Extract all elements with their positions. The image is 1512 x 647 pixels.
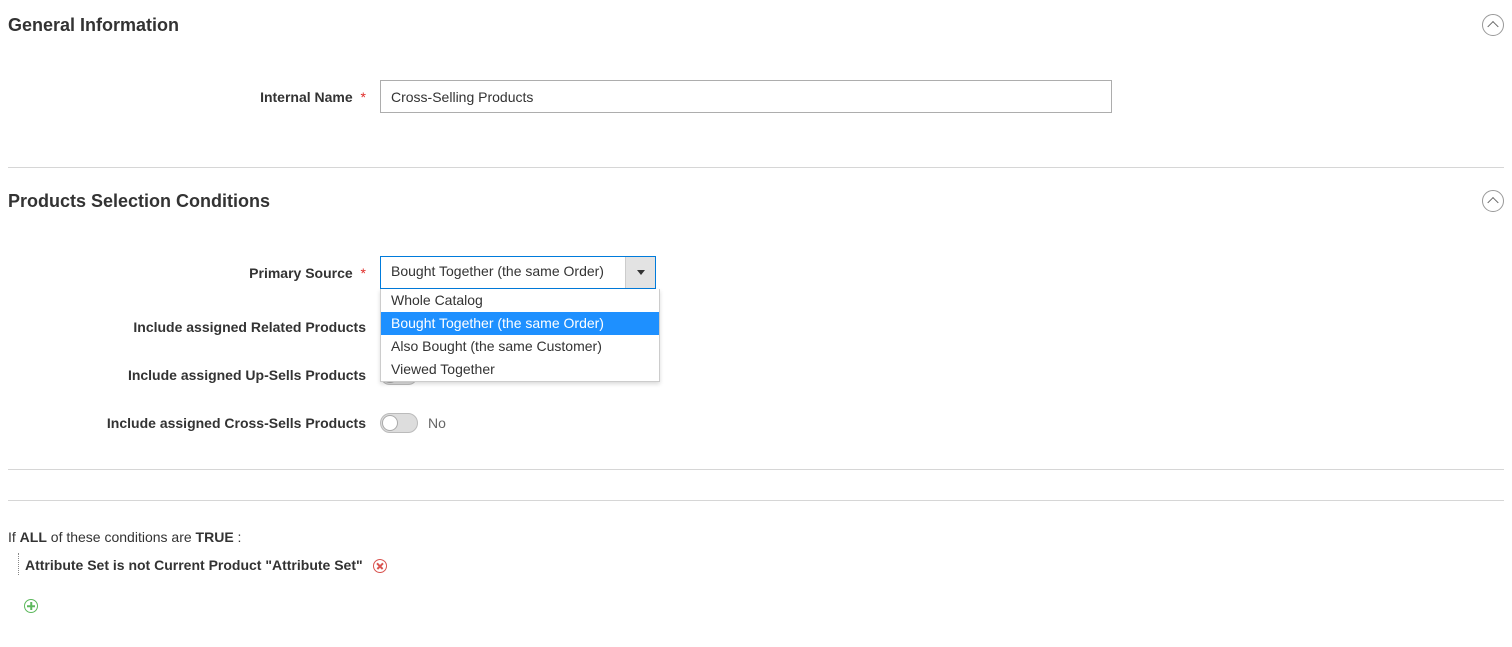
label-text: Internal Name bbox=[260, 89, 353, 105]
toggle-include-crosssells[interactable] bbox=[380, 413, 418, 433]
primary-source-select[interactable]: Bought Together (the same Order) Whole C… bbox=[380, 256, 656, 289]
rule-bool[interactable]: TRUE bbox=[196, 529, 234, 545]
control-include-crosssells: No bbox=[380, 413, 446, 433]
label-text: Include assigned Related Products bbox=[133, 319, 366, 335]
rule-conditions: If ALL of these conditions are TRUE : At… bbox=[8, 500, 1504, 616]
rule-suffix: : bbox=[234, 529, 242, 545]
control-internal-name bbox=[380, 80, 1112, 113]
row-internal-name: Internal Name * bbox=[8, 80, 1504, 113]
rule-value[interactable]: Current Product "Attribute Set" bbox=[154, 557, 363, 573]
chevron-down-icon[interactable] bbox=[625, 257, 655, 288]
select-display[interactable]: Bought Together (the same Order) bbox=[380, 256, 656, 289]
section-header: Products Selection Conditions bbox=[8, 184, 1504, 238]
row-include-upsells: Include assigned Up-Sells Products No bbox=[8, 365, 1504, 385]
select-value: Bought Together (the same Order) bbox=[381, 257, 625, 288]
label-text: Primary Source bbox=[249, 265, 353, 281]
row-primary-source: Primary Source * Bought Together (the sa… bbox=[8, 256, 1504, 289]
rule-condition-row: Attribute Set is not Current Product "At… bbox=[18, 553, 1504, 575]
required-asterisk: * bbox=[361, 265, 366, 281]
rule-middle: of these conditions are bbox=[47, 529, 196, 545]
toggle-value-label: No bbox=[428, 415, 446, 431]
row-include-related: Include assigned Related Products No bbox=[8, 317, 1504, 337]
add-condition-row bbox=[8, 575, 1504, 616]
primary-source-option[interactable]: Bought Together (the same Order) bbox=[381, 312, 659, 335]
required-asterisk: * bbox=[361, 89, 366, 105]
section-header: General Information bbox=[8, 8, 1504, 62]
label-text: Include assigned Cross-Sells Products bbox=[107, 415, 366, 431]
internal-name-input[interactable] bbox=[380, 80, 1112, 113]
label-primary-source: Primary Source * bbox=[8, 265, 380, 281]
rule-root-line: If ALL of these conditions are TRUE : bbox=[8, 529, 1504, 545]
rule-operator[interactable]: is not bbox=[109, 557, 154, 573]
primary-source-option[interactable]: Whole Catalog bbox=[381, 289, 659, 312]
rule-aggregator[interactable]: ALL bbox=[20, 529, 47, 545]
section-title-conditions: Products Selection Conditions bbox=[8, 191, 270, 212]
row-include-crosssells: Include assigned Cross-Sells Products No bbox=[8, 413, 1504, 433]
label-include-related: Include assigned Related Products bbox=[8, 319, 380, 335]
primary-source-option[interactable]: Viewed Together bbox=[381, 358, 659, 381]
section-products-selection-conditions: Products Selection Conditions Primary So… bbox=[8, 184, 1504, 470]
control-primary-source: Bought Together (the same Order) Whole C… bbox=[380, 256, 656, 289]
label-text: Include assigned Up-Sells Products bbox=[128, 367, 366, 383]
primary-source-dropdown[interactable]: Whole CatalogBought Together (the same O… bbox=[380, 289, 660, 382]
collapse-icon[interactable] bbox=[1482, 190, 1504, 212]
section-general-information: General Information Internal Name * bbox=[8, 8, 1504, 168]
label-include-crosssells: Include assigned Cross-Sells Products bbox=[8, 415, 380, 431]
rule-attribute[interactable]: Attribute Set bbox=[25, 557, 109, 573]
add-condition-icon[interactable] bbox=[24, 599, 38, 613]
remove-condition-icon[interactable] bbox=[373, 559, 387, 573]
label-internal-name: Internal Name * bbox=[8, 89, 380, 105]
label-include-upsells: Include assigned Up-Sells Products bbox=[8, 367, 380, 383]
primary-source-option[interactable]: Also Bought (the same Customer) bbox=[381, 335, 659, 358]
section-title-general: General Information bbox=[8, 15, 179, 36]
rule-prefix: If bbox=[8, 529, 20, 545]
collapse-icon[interactable] bbox=[1482, 14, 1504, 36]
